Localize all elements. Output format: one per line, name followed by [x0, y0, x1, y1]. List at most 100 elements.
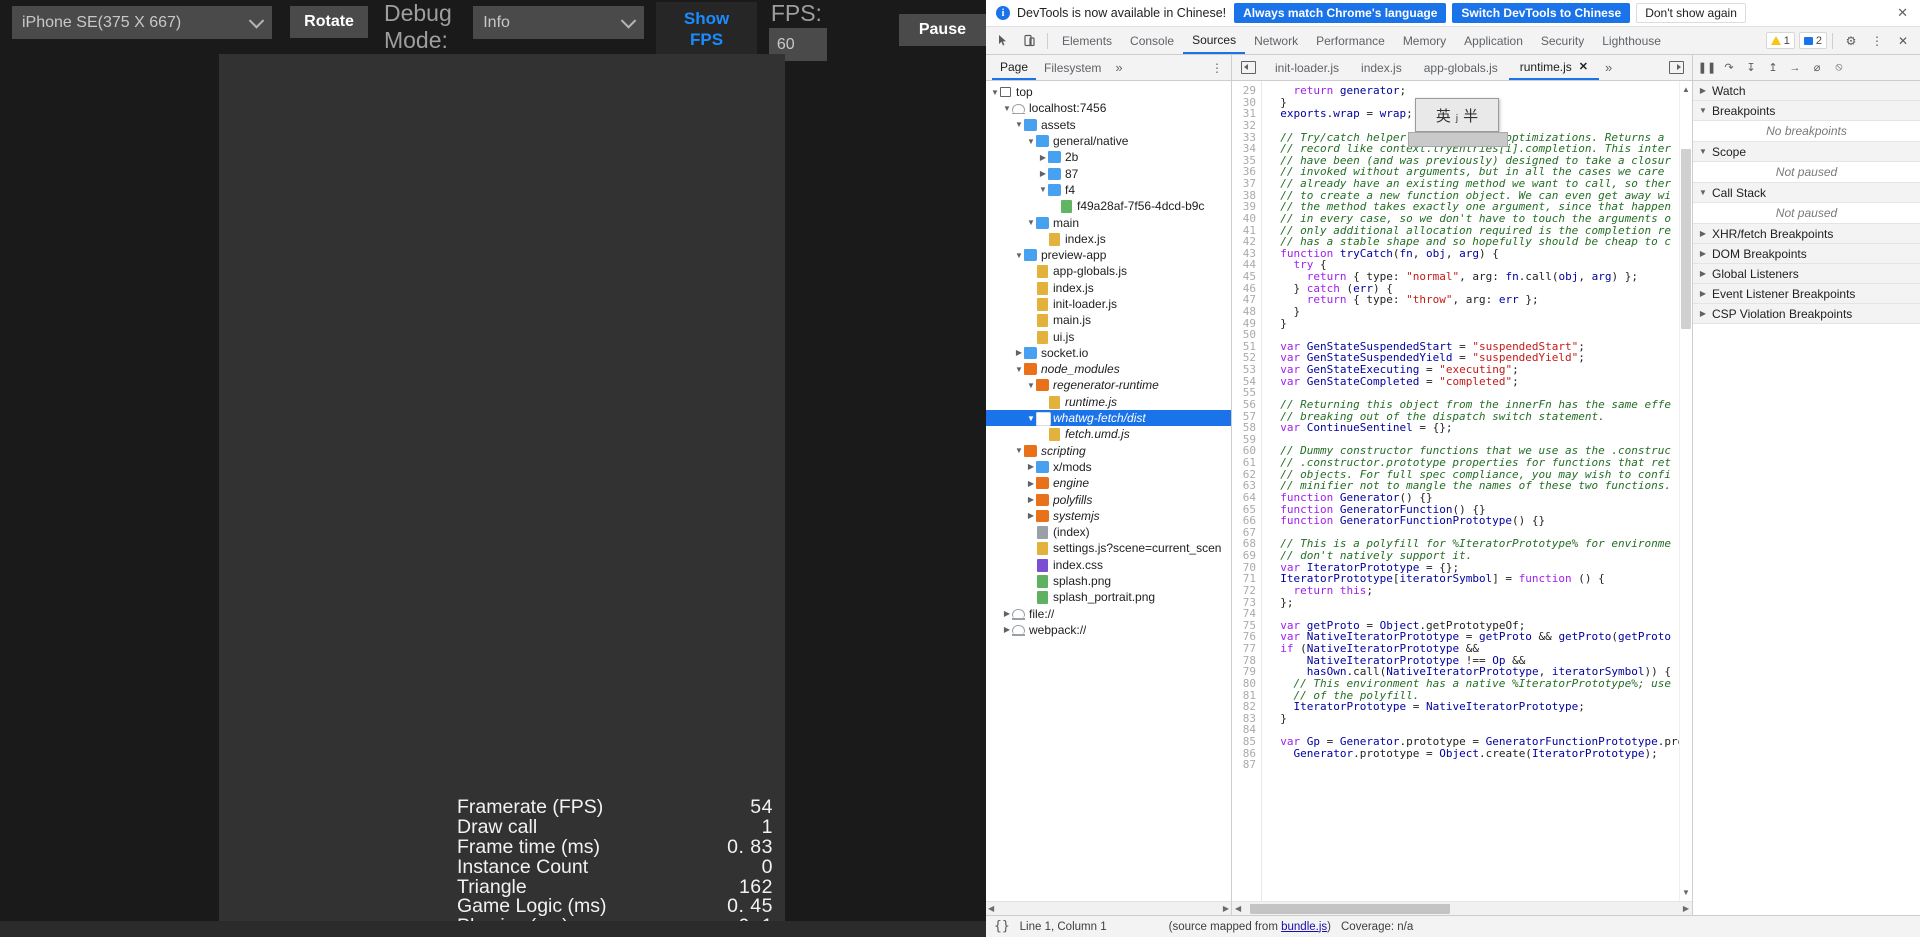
chevron-right-icon[interactable]: ▶ [1026, 462, 1036, 471]
file-tree[interactable]: ▼ top ▼ localhost:7456 ▼ assets ▼ general/nativ… [986, 81, 1231, 901]
debug-mode-select[interactable]: Info [473, 6, 645, 39]
tree-item-ui-js[interactable]: ui.js [986, 328, 1231, 344]
chevron-down-icon[interactable]: ▼ [1038, 185, 1048, 194]
nav-back-icon[interactable] [1241, 61, 1256, 74]
chevron-down-icon[interactable]: ▼ [1014, 251, 1024, 260]
close-devtools-icon[interactable]: ✕ [1890, 29, 1916, 53]
more-editor-tabs-icon[interactable]: » [1599, 60, 1618, 75]
code-vertical-scrollbar[interactable]: ▲ ▼ [1679, 81, 1692, 901]
tab-performance[interactable]: Performance [1307, 27, 1394, 54]
navigator-menu-icon[interactable]: ⋮ [1203, 61, 1231, 75]
close-icon[interactable]: ✕ [1891, 5, 1914, 21]
switch-to-chinese-button[interactable]: Switch DevTools to Chinese [1452, 3, 1631, 23]
device-toolbar-icon[interactable] [1016, 29, 1042, 53]
tree-item-splash-portrait-png[interactable]: splash_portrait.png [986, 589, 1231, 605]
section-event-listener-breakpoints[interactable]: ▶ Event Listener Breakpoints [1693, 284, 1920, 304]
tree-item-fetch-umd-js[interactable]: fetch.umd.js [986, 426, 1231, 442]
chevron-right-icon[interactable]: ▶ [1698, 249, 1708, 258]
chevron-down-icon[interactable]: ▼ [1026, 218, 1036, 227]
tree-item-general-native[interactable]: ▼ general/native [986, 133, 1231, 149]
deactivate-breakpoints-icon[interactable]: ⌀ [1807, 57, 1827, 79]
tree-item-assets[interactable]: ▼ assets [986, 117, 1231, 133]
tree-item-init-loader-js[interactable]: init-loader.js [986, 296, 1231, 312]
tree-item-f4[interactable]: ▼ f4 [986, 182, 1231, 198]
tree-item-preview-app[interactable]: ▼ preview-app [986, 247, 1231, 263]
chevron-down-icon[interactable]: ▼ [1014, 120, 1024, 129]
nav-forward-icon[interactable] [1669, 61, 1684, 74]
chevron-down-icon[interactable]: ▼ [1002, 104, 1012, 113]
chevron-right-icon[interactable]: ▶ [1002, 625, 1012, 634]
section-global-listeners[interactable]: ▶ Global Listeners [1693, 264, 1920, 284]
code-horizontal-scrollbar[interactable]: ◀ ▶ [1232, 901, 1692, 915]
more-tabs-icon[interactable]: » [1109, 60, 1128, 75]
editor-tab-runtime[interactable]: runtime.js ✕ [1508, 55, 1599, 80]
editor-tab-app-globals[interactable]: app-globals.js [1413, 55, 1509, 80]
chevron-down-icon[interactable]: ▼ [1014, 365, 1024, 374]
tree-item-webpack-[interactable]: ▶ webpack:// [986, 622, 1231, 638]
section-call-stack[interactable]: ▼ Call Stack [1693, 183, 1920, 203]
chevron-right-icon[interactable]: ▶ [1026, 495, 1036, 504]
tree-item-f49a28af-7f56-4dcd-b9c[interactable]: f49a28af-7f56-4dcd-b9c [986, 198, 1231, 214]
tree-item-socket-io[interactable]: ▶ socket.io [986, 345, 1231, 361]
chevron-right-icon[interactable]: ▶ [1698, 86, 1708, 95]
tree-item-87[interactable]: ▶ 87 [986, 165, 1231, 181]
chevron-down-icon[interactable]: ▼ [1014, 446, 1024, 455]
editor-tab-init-loader[interactable]: init-loader.js [1264, 55, 1350, 80]
pause-button[interactable]: Pause [898, 14, 986, 46]
tree-item-top[interactable]: ▼ top [986, 84, 1231, 100]
ime-candidate-popup[interactable]: 英 ⱼ 半 [1415, 98, 1499, 132]
tab-security[interactable]: Security [1532, 27, 1593, 54]
section-scope[interactable]: ▼ Scope [1693, 142, 1920, 162]
tree-item-splash-png[interactable]: splash.png [986, 573, 1231, 589]
message-badge[interactable]: 2 [1798, 32, 1827, 49]
scrollbar-thumb[interactable] [1250, 903, 1450, 914]
game-canvas[interactable]: Framerate (FPS) 54 Draw call 1 Frame time (m… [219, 54, 785, 937]
chevron-right-icon[interactable]: ▶ [1698, 289, 1708, 298]
subtab-filesystem[interactable]: Filesystem [1036, 55, 1109, 80]
tab-console[interactable]: Console [1121, 27, 1183, 54]
subtab-page[interactable]: Page [992, 55, 1037, 80]
simulator-horizontal-scrollbar[interactable] [0, 921, 986, 937]
tree-item-localhost-7456[interactable]: ▼ localhost:7456 [986, 100, 1231, 116]
scroll-right-icon[interactable]: ▶ [1223, 904, 1229, 913]
section-xhr-fetch-breakpoints[interactable]: ▶ XHR/fetch Breakpoints [1693, 224, 1920, 244]
section-breakpoints[interactable]: ▼ Breakpoints [1693, 101, 1920, 121]
tree-item-node-modules[interactable]: ▼ node_modules [986, 361, 1231, 377]
scroll-left-icon[interactable]: ◀ [1235, 904, 1241, 913]
tree-item-index-js[interactable]: index.js [986, 231, 1231, 247]
pause-on-exceptions-icon[interactable]: ⦸ [1829, 57, 1849, 79]
tree-item-2b[interactable]: ▶ 2b [986, 149, 1231, 165]
tree-item-polyfills[interactable]: ▶ polyfills [986, 491, 1231, 507]
chevron-right-icon[interactable]: ▶ [1698, 229, 1708, 238]
tab-network[interactable]: Network [1245, 27, 1307, 54]
chevron-right-icon[interactable]: ▶ [1698, 309, 1708, 318]
tab-memory[interactable]: Memory [1394, 27, 1455, 54]
inspect-element-icon[interactable] [990, 29, 1016, 53]
step-icon[interactable]: → [1785, 57, 1805, 79]
tree-item-engine[interactable]: ▶ engine [986, 475, 1231, 491]
more-options-icon[interactable]: ⋮ [1864, 29, 1890, 53]
step-into-icon[interactable]: ↧ [1741, 57, 1761, 79]
warning-badge[interactable]: 1 [1765, 32, 1795, 49]
chevron-right-icon[interactable]: ▶ [1026, 479, 1036, 488]
chevron-down-icon[interactable]: ▼ [1026, 137, 1036, 146]
tree-item-app-globals-js[interactable]: app-globals.js [986, 263, 1231, 279]
tree-item-settings-js-scene-current-scen[interactable]: settings.js?scene=current_scen [986, 540, 1231, 556]
editor-tab-index[interactable]: index.js [1350, 55, 1413, 80]
section-watch[interactable]: ▶ Watch [1693, 81, 1920, 101]
scroll-up-icon[interactable]: ▲ [1682, 85, 1690, 94]
always-match-language-button[interactable]: Always match Chrome's language [1234, 3, 1447, 23]
chevron-right-icon[interactable]: ▶ [1026, 511, 1036, 520]
tree-item-regenerator-runtime[interactable]: ▼ regenerator-runtime [986, 377, 1231, 393]
chevron-right-icon[interactable]: ▶ [1038, 153, 1048, 162]
tab-elements[interactable]: Elements [1053, 27, 1121, 54]
chevron-down-icon[interactable]: ▼ [990, 88, 1000, 97]
chevron-down-icon[interactable]: ▼ [1698, 188, 1708, 197]
section-csp-violation-breakpoints[interactable]: ▶ CSP Violation Breakpoints [1693, 304, 1920, 324]
chevron-down-icon[interactable]: ▼ [1698, 106, 1708, 115]
tree-item-systemjs[interactable]: ▶ systemjs [986, 508, 1231, 524]
code-content[interactable]: return generator; } exports.wrap = wrap;… [1262, 81, 1692, 901]
tree-item-main-js[interactable]: main.js [986, 312, 1231, 328]
scroll-down-icon[interactable]: ▼ [1682, 888, 1690, 897]
code-editor[interactable]: 29 30 31 32 33 34 35 36 37 38 39 40 41 4… [1232, 81, 1692, 901]
